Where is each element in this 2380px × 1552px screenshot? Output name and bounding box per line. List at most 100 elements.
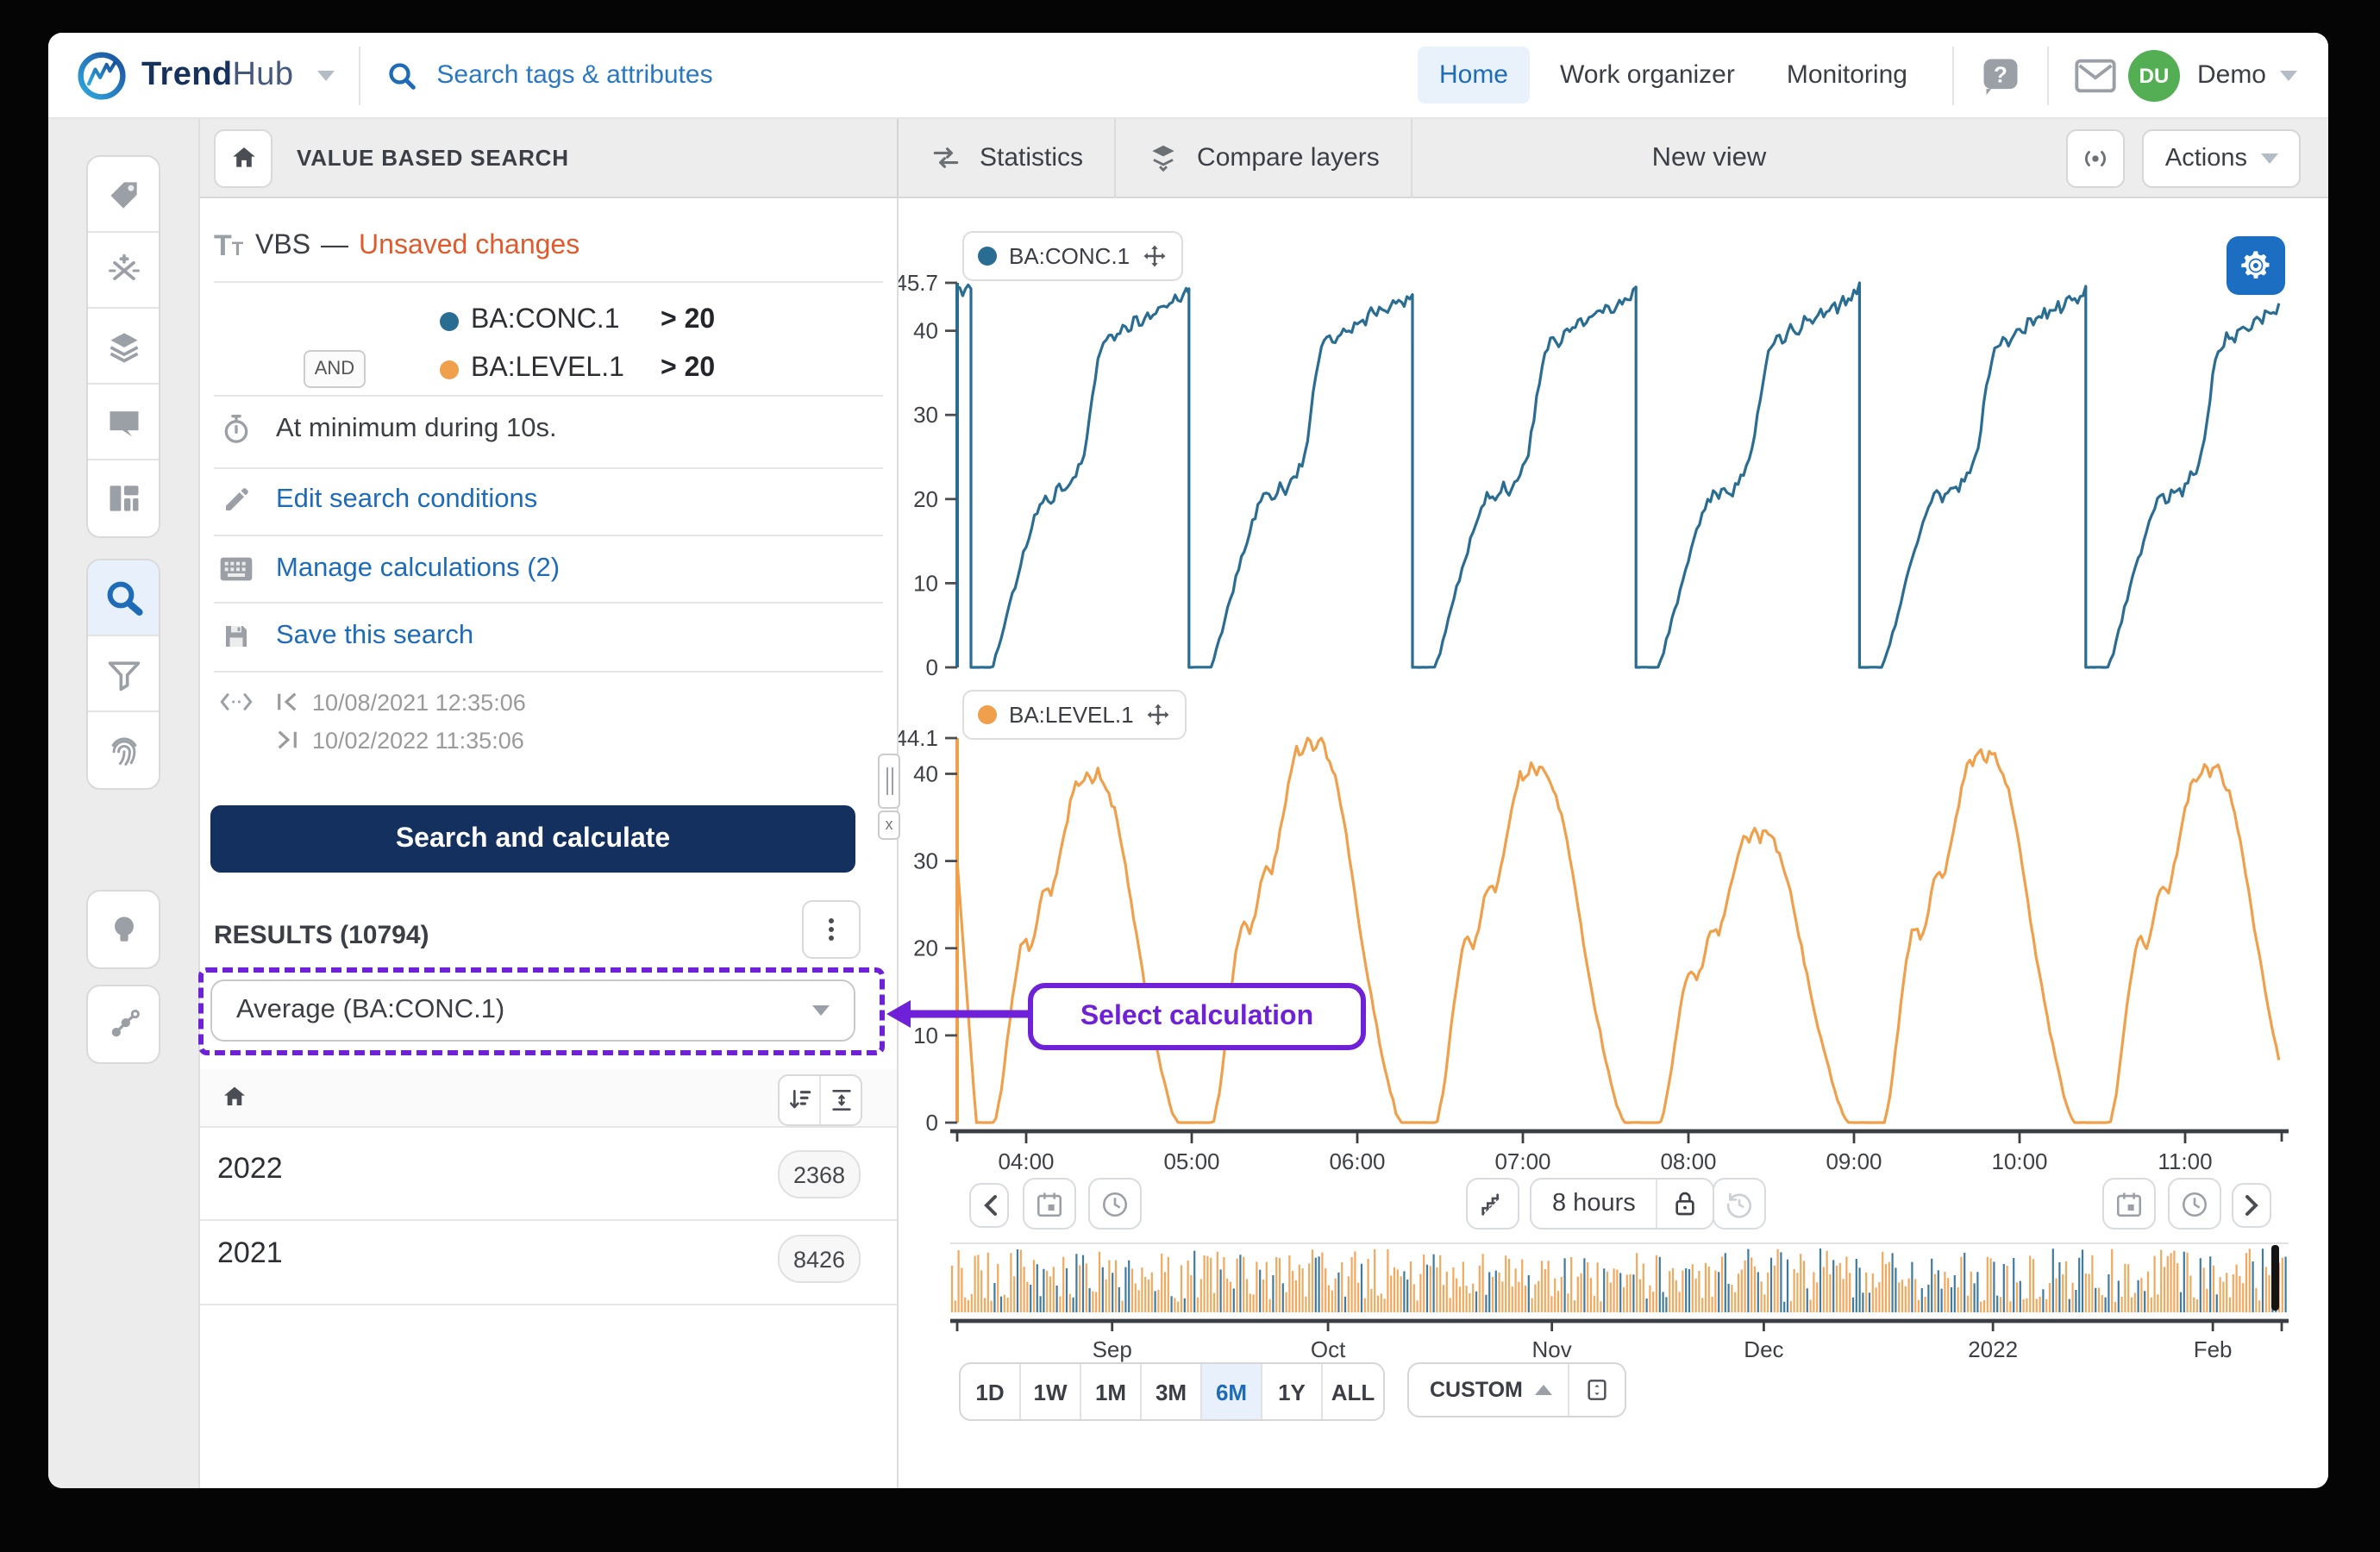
sidebar-item-calculations[interactable] — [88, 233, 159, 309]
result-row-label[interactable]: 2022 — [217, 1152, 283, 1186]
sidebar-item-context[interactable] — [88, 986, 159, 1062]
zoom-preset-3m[interactable]: 3M — [1142, 1364, 1202, 1419]
brand-chevron-down-icon[interactable] — [317, 70, 335, 80]
sidebar-item-search[interactable] — [88, 560, 159, 636]
nav-item-work-organizer[interactable]: Work organizer — [1539, 47, 1756, 103]
rename-icon[interactable]: TT — [214, 229, 255, 264]
app-window: TrendHub Home Work organizer Monitoring … — [48, 33, 2328, 1488]
collapse-rows-button[interactable] — [819, 1076, 861, 1124]
help-icon[interactable]: ? — [1978, 53, 2023, 97]
actions-button[interactable]: Actions — [2143, 128, 2301, 187]
svg-text:04:00: 04:00 — [998, 1148, 1054, 1174]
svg-text:20: 20 — [913, 936, 938, 961]
avatar[interactable]: DU — [2128, 49, 2180, 101]
actions-label: Actions — [2165, 144, 2247, 172]
page-title: VALUE BASED SEARCH — [297, 145, 569, 171]
search-active-icon — [103, 577, 144, 618]
zoom-preset-1d[interactable]: 1D — [961, 1364, 1021, 1419]
kebab-icon — [817, 916, 845, 943]
sort-descending-button[interactable] — [780, 1076, 819, 1124]
calendar-start-button[interactable] — [1023, 1178, 1076, 1230]
query-name[interactable]: VBS — [255, 231, 310, 262]
zoom-preset-group: 1D 1W 1M 3M 6M 1Y ALL — [959, 1362, 1385, 1421]
zoom-preset-1m[interactable]: 1M — [1081, 1364, 1142, 1419]
svg-text:Dec: Dec — [1744, 1336, 1783, 1362]
search-icon — [385, 58, 419, 92]
sidebar-item-suggestions[interactable] — [88, 892, 159, 967]
result-row-label[interactable]: 2021 — [217, 1236, 283, 1271]
step-back-button[interactable] — [969, 1183, 1009, 1228]
legend-label: BA:CONC.1 — [1009, 243, 1130, 269]
trend-chart[interactable]: 45.740302010044.140302010004:0005:0006:0… — [899, 198, 2328, 1488]
sidebar-item-fingerprint[interactable] — [88, 712, 159, 788]
zoom-preset-6m[interactable]: 6M — [1202, 1364, 1262, 1419]
nav-item-monitoring[interactable]: Monitoring — [1766, 47, 1928, 103]
custom-label: CUSTOM — [1430, 1378, 1523, 1402]
tab-compare-layers[interactable]: Compare layers — [1116, 118, 1412, 197]
live-broadcast-button[interactable] — [2067, 128, 2126, 187]
panel-collapse-button[interactable]: x — [878, 810, 900, 840]
divider — [359, 46, 360, 104]
move-icon[interactable] — [1142, 243, 1168, 269]
step-forward-button[interactable] — [2232, 1183, 2271, 1228]
user-chevron-down-icon[interactable] — [2280, 70, 2297, 80]
lock-icon[interactable] — [1658, 1190, 1713, 1217]
view-title: New view — [1554, 142, 1864, 173]
zoom-preset-1y[interactable]: 1Y — [1262, 1364, 1323, 1419]
legend-chip-level[interactable]: BA:LEVEL.1 — [962, 690, 1187, 740]
timeframe-row[interactable]: 10/08/2021 12:35:06 — [214, 681, 883, 723]
svg-text:07:00: 07:00 — [1494, 1148, 1550, 1174]
manage-calculations-link[interactable]: Manage calculations (2) — [276, 554, 560, 585]
brand[interactable]: TrendHub — [76, 49, 335, 101]
save-icon — [214, 621, 259, 652]
edit-search-conditions-row[interactable]: Edit search conditions — [214, 472, 883, 528]
mail-icon[interactable] — [2073, 56, 2118, 94]
sidebar-item-layers[interactable] — [88, 309, 159, 385]
clock-start-button[interactable] — [1088, 1178, 1142, 1230]
svg-text:Oct: Oct — [1311, 1336, 1346, 1362]
svg-text:0: 0 — [926, 1110, 938, 1136]
calculation-select[interactable]: Average (BA:CONC.1) — [210, 979, 855, 1042]
condition-join-chip: AND — [304, 350, 366, 388]
compare-layers-icon — [1147, 141, 1180, 174]
layers-icon — [104, 327, 142, 365]
custom-range-control[interactable]: CUSTOM — [1407, 1362, 1626, 1417]
zoom-preset-all[interactable]: ALL — [1323, 1364, 1383, 1419]
sidebar-item-filter[interactable] — [88, 636, 159, 712]
fit-screen-icon[interactable] — [1569, 1376, 1625, 1404]
save-search-row[interactable]: Save this search — [214, 609, 883, 664]
panel-home-button[interactable] — [214, 128, 272, 187]
sidebar-item-tags[interactable] — [88, 157, 159, 233]
tab-statistics[interactable]: Statistics — [899, 118, 1116, 197]
move-icon[interactable] — [1146, 702, 1172, 728]
sidebar-item-dashboards[interactable] — [88, 460, 159, 536]
svg-text:05:00: 05:00 — [1163, 1148, 1219, 1174]
search-and-calculate-button[interactable]: Search and calculate — [210, 805, 855, 873]
calendar-end-button[interactable] — [2102, 1178, 2156, 1230]
user-name[interactable]: Demo — [2197, 60, 2266, 90]
svg-text:2022: 2022 — [1968, 1336, 2018, 1362]
search-input[interactable] — [433, 59, 957, 91]
svg-text:20: 20 — [913, 486, 938, 512]
sidebar-item-comments[interactable] — [88, 385, 159, 460]
edit-search-conditions-link[interactable]: Edit search conditions — [276, 485, 537, 516]
manage-calculations-row[interactable]: Manage calculations (2) — [214, 541, 883, 597]
svg-text:40: 40 — [913, 318, 938, 344]
pencil-icon — [214, 485, 259, 516]
save-search-link[interactable]: Save this search — [276, 621, 473, 652]
chart-type-button[interactable] — [1466, 1178, 1519, 1230]
panel-resize-handle[interactable] — [878, 754, 900, 809]
dashboard-icon — [104, 479, 142, 517]
clock-end-button[interactable] — [2168, 1178, 2221, 1230]
history-button[interactable] — [1713, 1178, 1766, 1230]
tab-compare-layers-label: Compare layers — [1197, 143, 1380, 172]
timeframe-duration-control[interactable]: 8 hours — [1530, 1178, 1715, 1230]
zoom-preset-1w[interactable]: 1W — [1021, 1364, 1081, 1419]
legend-chip-conc[interactable]: BA:CONC.1 — [962, 231, 1183, 281]
results-menu-button[interactable] — [802, 900, 861, 959]
lightbulb-icon — [104, 911, 142, 948]
condition-tag: BA:CONC.1 — [471, 305, 620, 336]
results-home-icon[interactable] — [221, 1083, 248, 1111]
chart-settings-button[interactable] — [2227, 236, 2285, 295]
nav-item-home[interactable]: Home — [1419, 47, 1529, 103]
